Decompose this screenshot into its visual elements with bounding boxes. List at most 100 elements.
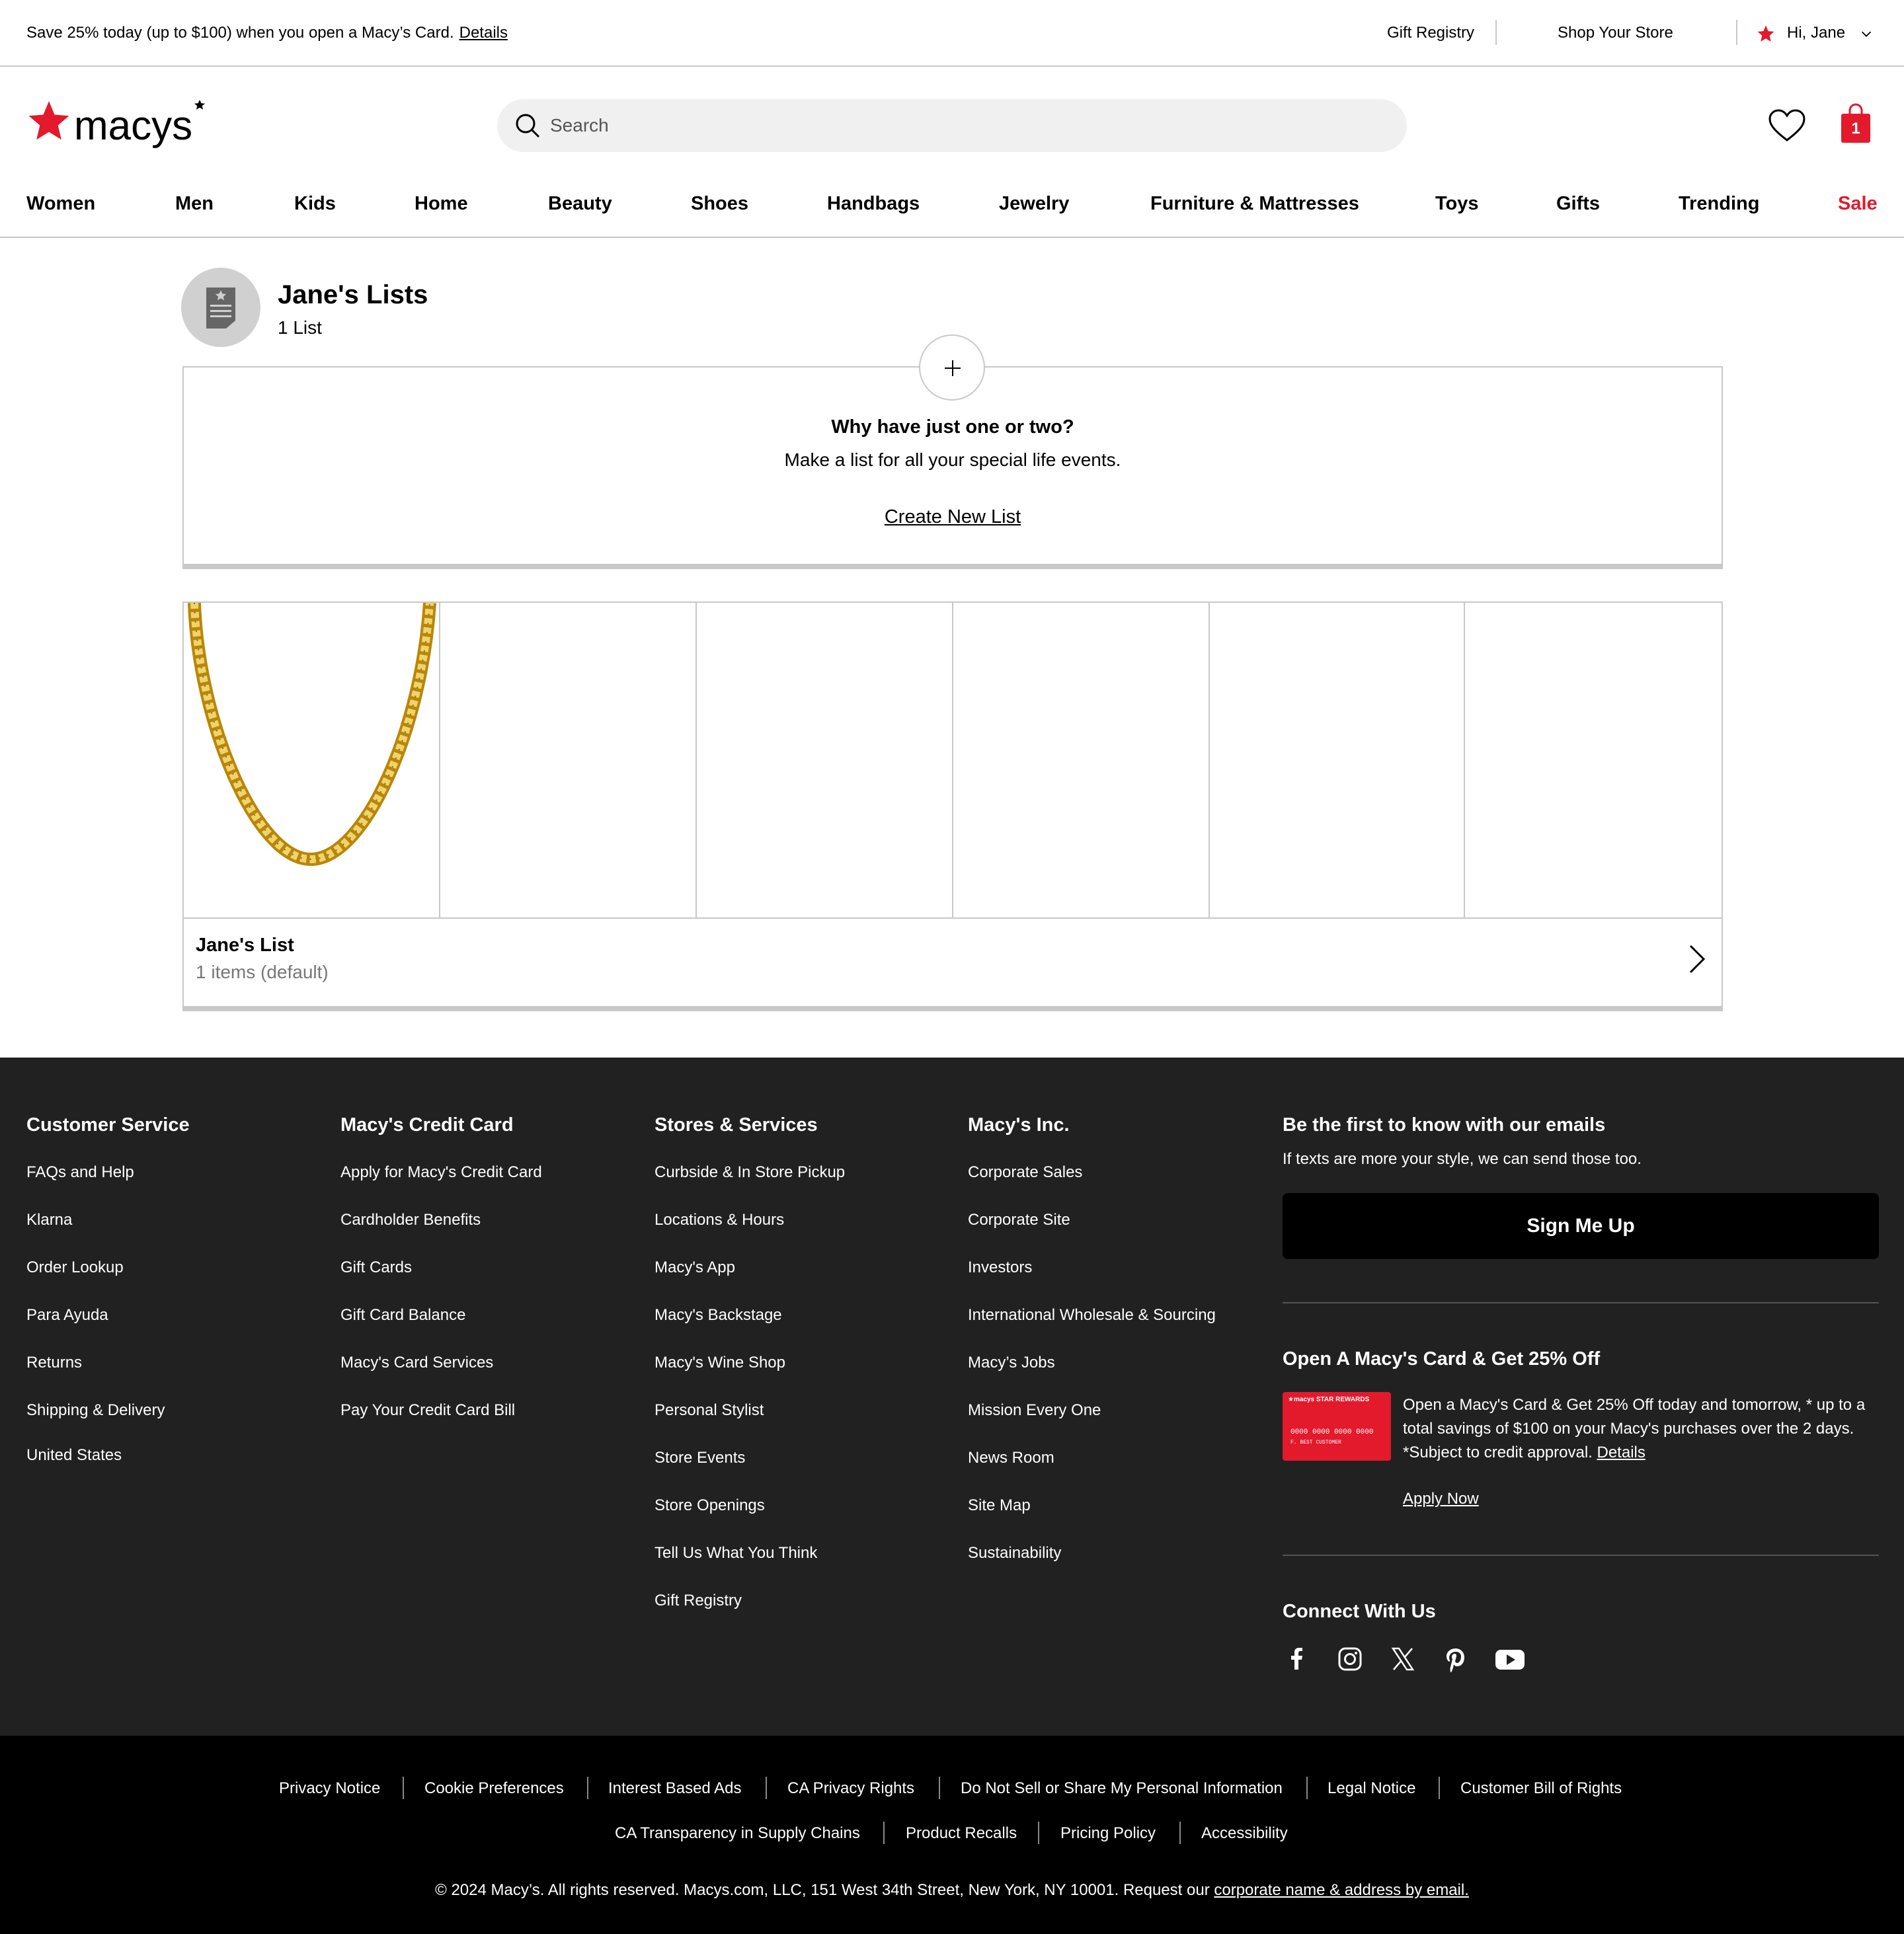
nav-item-gifts[interactable]: Gifts (1556, 190, 1600, 217)
account-greeting[interactable]: Hi, Jane (1787, 22, 1845, 44)
nav-item-trending[interactable]: Trending (1679, 190, 1759, 217)
list-name[interactable]: Jane's List (196, 932, 294, 958)
nav-item-sale[interactable]: Sale (1838, 190, 1878, 217)
shop-your-store-link[interactable]: Shop Your Store (1558, 22, 1673, 44)
page-title: Jane's Lists (278, 280, 428, 309)
footer-link[interactable]: Apply for Macy's Credit Card (340, 1162, 542, 1183)
legal-link[interactable]: Do Not Sell or Share My Personal Informa… (961, 1778, 1283, 1799)
legal-link[interactable]: Interest Based Ads (608, 1778, 741, 1799)
footer-link[interactable]: Gift Registry (654, 1590, 742, 1611)
footer-link[interactable]: International Wholesale & Sourcing (968, 1305, 1216, 1326)
gift-registry-link[interactable]: Gift Registry (1387, 22, 1474, 44)
footer-link[interactable]: Shipping & Delivery (26, 1400, 165, 1421)
promo-details-link[interactable]: Details (459, 24, 508, 42)
card-offer-heading: Open A Macy's Card & Get 25% Off (1283, 1348, 1601, 1370)
legal-link[interactable]: Customer Bill of Rights (1460, 1778, 1622, 1799)
main-nav: Women Men Kids Home Beauty Shoes Handbag… (0, 185, 1904, 238)
logo-wordmark: macys (74, 103, 192, 149)
legal-bar: Privacy Notice Cookie Preferences Intere… (0, 1736, 1904, 1934)
footer-link[interactable]: Returns (26, 1352, 82, 1373)
search-bar[interactable] (497, 99, 1407, 152)
footer-col-stores: Stores & Services (654, 1112, 818, 1138)
nav-item-kids[interactable]: Kids (294, 190, 336, 217)
apply-now-link[interactable]: Apply Now (1403, 1489, 1479, 1510)
nav-item-shoes[interactable]: Shoes (691, 190, 748, 217)
legal-link[interactable]: Cookie Preferences (424, 1778, 564, 1799)
legal-link[interactable]: Privacy Notice (279, 1778, 380, 1799)
footer-link[interactable]: Macy's Wine Shop (654, 1352, 785, 1373)
legal-link[interactable]: Pricing Policy (1060, 1823, 1156, 1844)
nav-item-beauty[interactable]: Beauty (548, 190, 612, 217)
macys-logo[interactable]: macys (26, 96, 218, 155)
footer-link[interactable]: Tell Us What You Think (654, 1543, 817, 1564)
nav-item-women[interactable]: Women (26, 190, 95, 217)
footer-link[interactable]: Macy's App (654, 1257, 735, 1278)
corporate-address-link[interactable]: corporate name & address by email. (1214, 1881, 1469, 1899)
sign-me-up-button[interactable]: Sign Me Up (1283, 1193, 1879, 1259)
footer-link[interactable]: Store Openings (654, 1495, 765, 1516)
youtube-icon[interactable] (1494, 1646, 1526, 1672)
facebook-icon[interactable] (1284, 1646, 1310, 1672)
legal-link[interactable]: CA Transparency in Supply Chains (615, 1823, 860, 1844)
legal-divider (1179, 1822, 1181, 1844)
footer-heading: Customer Service (26, 1114, 190, 1136)
footer-link[interactable]: Locations & Hours (654, 1210, 784, 1231)
footer-heading: Stores & Services (654, 1114, 818, 1136)
x-icon[interactable] (1390, 1646, 1416, 1672)
list-thumbnail (184, 603, 440, 917)
list-avatar (181, 268, 260, 347)
nav-item-furniture[interactable]: Furniture & Mattresses (1150, 190, 1359, 217)
list-thumbnail-empty (953, 603, 1210, 917)
chevron-down-icon[interactable] (1859, 26, 1874, 41)
footer-link[interactable]: Pay Your Credit Card Bill (340, 1400, 515, 1421)
footer-link[interactable]: Macy’s Jobs (968, 1352, 1055, 1373)
footer-link[interactable]: Order Lookup (26, 1257, 124, 1278)
card-offer-details-link[interactable]: Details (1597, 1444, 1646, 1461)
search-icon[interactable] (513, 111, 542, 140)
legal-link[interactable]: Legal Notice (1328, 1778, 1415, 1799)
footer-link[interactable]: Personal Stylist (654, 1400, 764, 1421)
footer-link[interactable]: Klarna (26, 1210, 72, 1231)
create-list-link-wrap: Create New List (182, 504, 1723, 530)
legal-divider (1306, 1777, 1308, 1799)
footer-link[interactable]: Gift Card Balance (340, 1305, 465, 1326)
pinterest-icon[interactable] (1443, 1646, 1469, 1672)
country-selector[interactable]: United States (26, 1445, 122, 1466)
footer-link[interactable]: News Room (968, 1448, 1054, 1469)
nav-item-handbags[interactable]: Handbags (827, 190, 920, 217)
footer-heading: Macy's Inc. (968, 1114, 1070, 1136)
card-number-text: 0000 0000 0000 0000 (1290, 1428, 1374, 1436)
create-new-list-link[interactable]: Create New List (885, 506, 1021, 527)
list-thumbnails (184, 603, 1722, 919)
footer-link[interactable]: Macy's Backstage (654, 1305, 782, 1326)
footer-link[interactable]: FAQs and Help (26, 1162, 134, 1183)
heart-icon[interactable] (1768, 108, 1806, 143)
footer-link[interactable]: Investors (968, 1257, 1032, 1278)
add-list-button[interactable] (919, 334, 985, 401)
instagram-icon[interactable] (1337, 1646, 1363, 1672)
footer-link[interactable]: Site Map (968, 1495, 1031, 1516)
nav-item-jewelry[interactable]: Jewelry (999, 190, 1069, 217)
footer-link[interactable]: Sustainability (968, 1543, 1061, 1564)
footer-link[interactable]: Cardholder Benefits (340, 1210, 481, 1231)
footer-link[interactable]: Curbside & In Store Pickup (654, 1162, 845, 1183)
legal-divider (403, 1777, 404, 1799)
bag-count[interactable]: 1 (1839, 118, 1872, 140)
legal-link[interactable]: CA Privacy Rights (787, 1778, 914, 1799)
footer-link[interactable]: Corporate Site (968, 1210, 1070, 1231)
utility-divider (1736, 20, 1737, 45)
legal-link[interactable]: Product Recalls (906, 1823, 1017, 1844)
footer-link[interactable]: Corporate Sales (968, 1162, 1082, 1183)
nav-item-home[interactable]: Home (415, 190, 468, 217)
list-card[interactable]: Jane's List 1 items (default) (182, 601, 1723, 1011)
nav-item-toys[interactable]: Toys (1435, 190, 1479, 217)
nav-item-men[interactable]: Men (175, 190, 214, 217)
footer-link[interactable]: Gift Cards (340, 1257, 412, 1278)
chevron-right-icon[interactable] (1687, 943, 1707, 976)
legal-link[interactable]: Accessibility (1201, 1823, 1288, 1844)
footer-link[interactable]: Para Ayuda (26, 1305, 108, 1326)
footer-link[interactable]: Store Events (654, 1448, 745, 1469)
footer-link[interactable]: Macy's Card Services (340, 1352, 493, 1373)
search-input[interactable] (550, 99, 1383, 152)
footer-link[interactable]: Mission Every One (968, 1400, 1101, 1421)
